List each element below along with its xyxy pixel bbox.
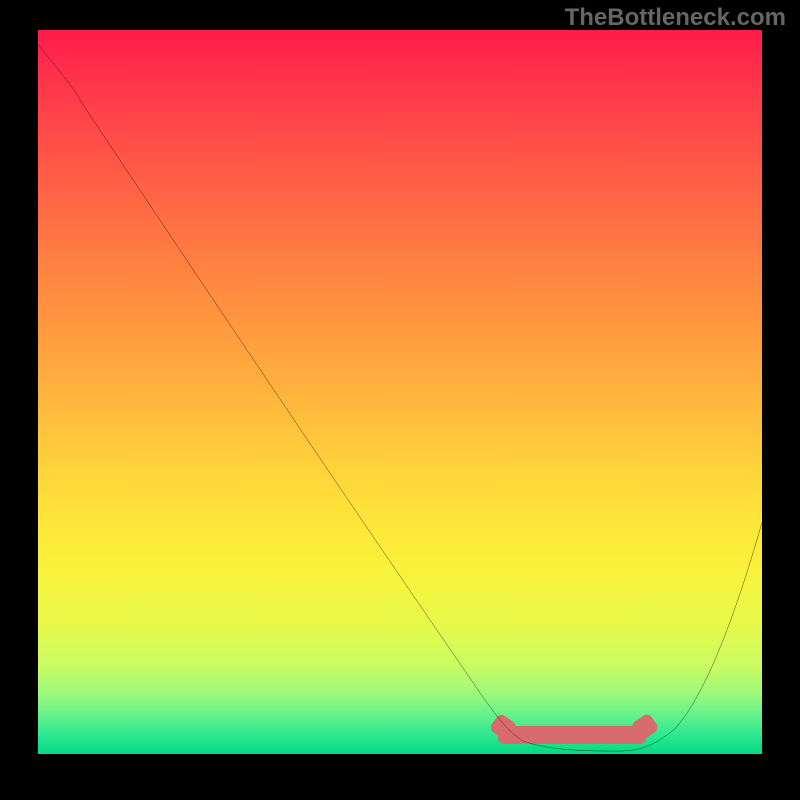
bottleneck-curve xyxy=(38,30,762,754)
watermark-label: TheBottleneck.com xyxy=(565,4,786,32)
chart-frame: TheBottleneck.com xyxy=(0,0,800,800)
curve-path xyxy=(38,44,762,751)
plot-area xyxy=(38,30,762,754)
